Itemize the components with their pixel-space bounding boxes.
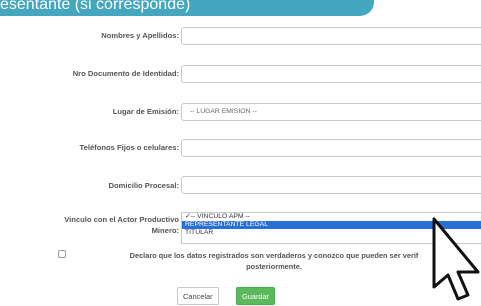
telefonos-input[interactable]	[181, 139, 481, 157]
documento-input[interactable]	[181, 65, 481, 83]
nombres-label: Nombres y Apellidos:	[101, 31, 179, 40]
vinculo-label-line1: Vinculo con el Actor Productivo	[64, 215, 179, 224]
lugar-emision-select[interactable]: -- LUGAR EMISION -- ⌄	[181, 103, 481, 121]
nombres-input[interactable]	[181, 27, 481, 45]
documento-label: Nro Documento de Identidad:	[72, 69, 179, 78]
domicilio-label: Domicilio Procesal:	[108, 181, 179, 190]
declaration-checkbox[interactable]	[58, 250, 66, 258]
domicilio-input[interactable]	[181, 176, 481, 194]
declaration-line2: posteriormente.	[246, 262, 302, 271]
lugar-label: Lugar de Emisión:	[112, 107, 179, 116]
cancel-button[interactable]: Cancelar	[177, 287, 219, 305]
mouse-pointer-icon	[432, 217, 480, 301]
lugar-emision-value: -- LUGAR EMISION --	[190, 108, 257, 115]
vinculo-label: Vinculo con el Actor Productivo Minero:	[64, 215, 179, 235]
declaration-line1: Declaro que los datos registrados son ve…	[129, 251, 419, 260]
declaration-text: Declaro que los datos registrados son ve…	[94, 250, 454, 272]
telefonos-label: Teléfonos Fijos o celulares:	[79, 143, 179, 152]
save-button[interactable]: Guardar	[236, 287, 276, 305]
section-header: esentante (si corresponde)	[0, 0, 374, 16]
vinculo-label-line2: Minero:	[151, 226, 179, 235]
